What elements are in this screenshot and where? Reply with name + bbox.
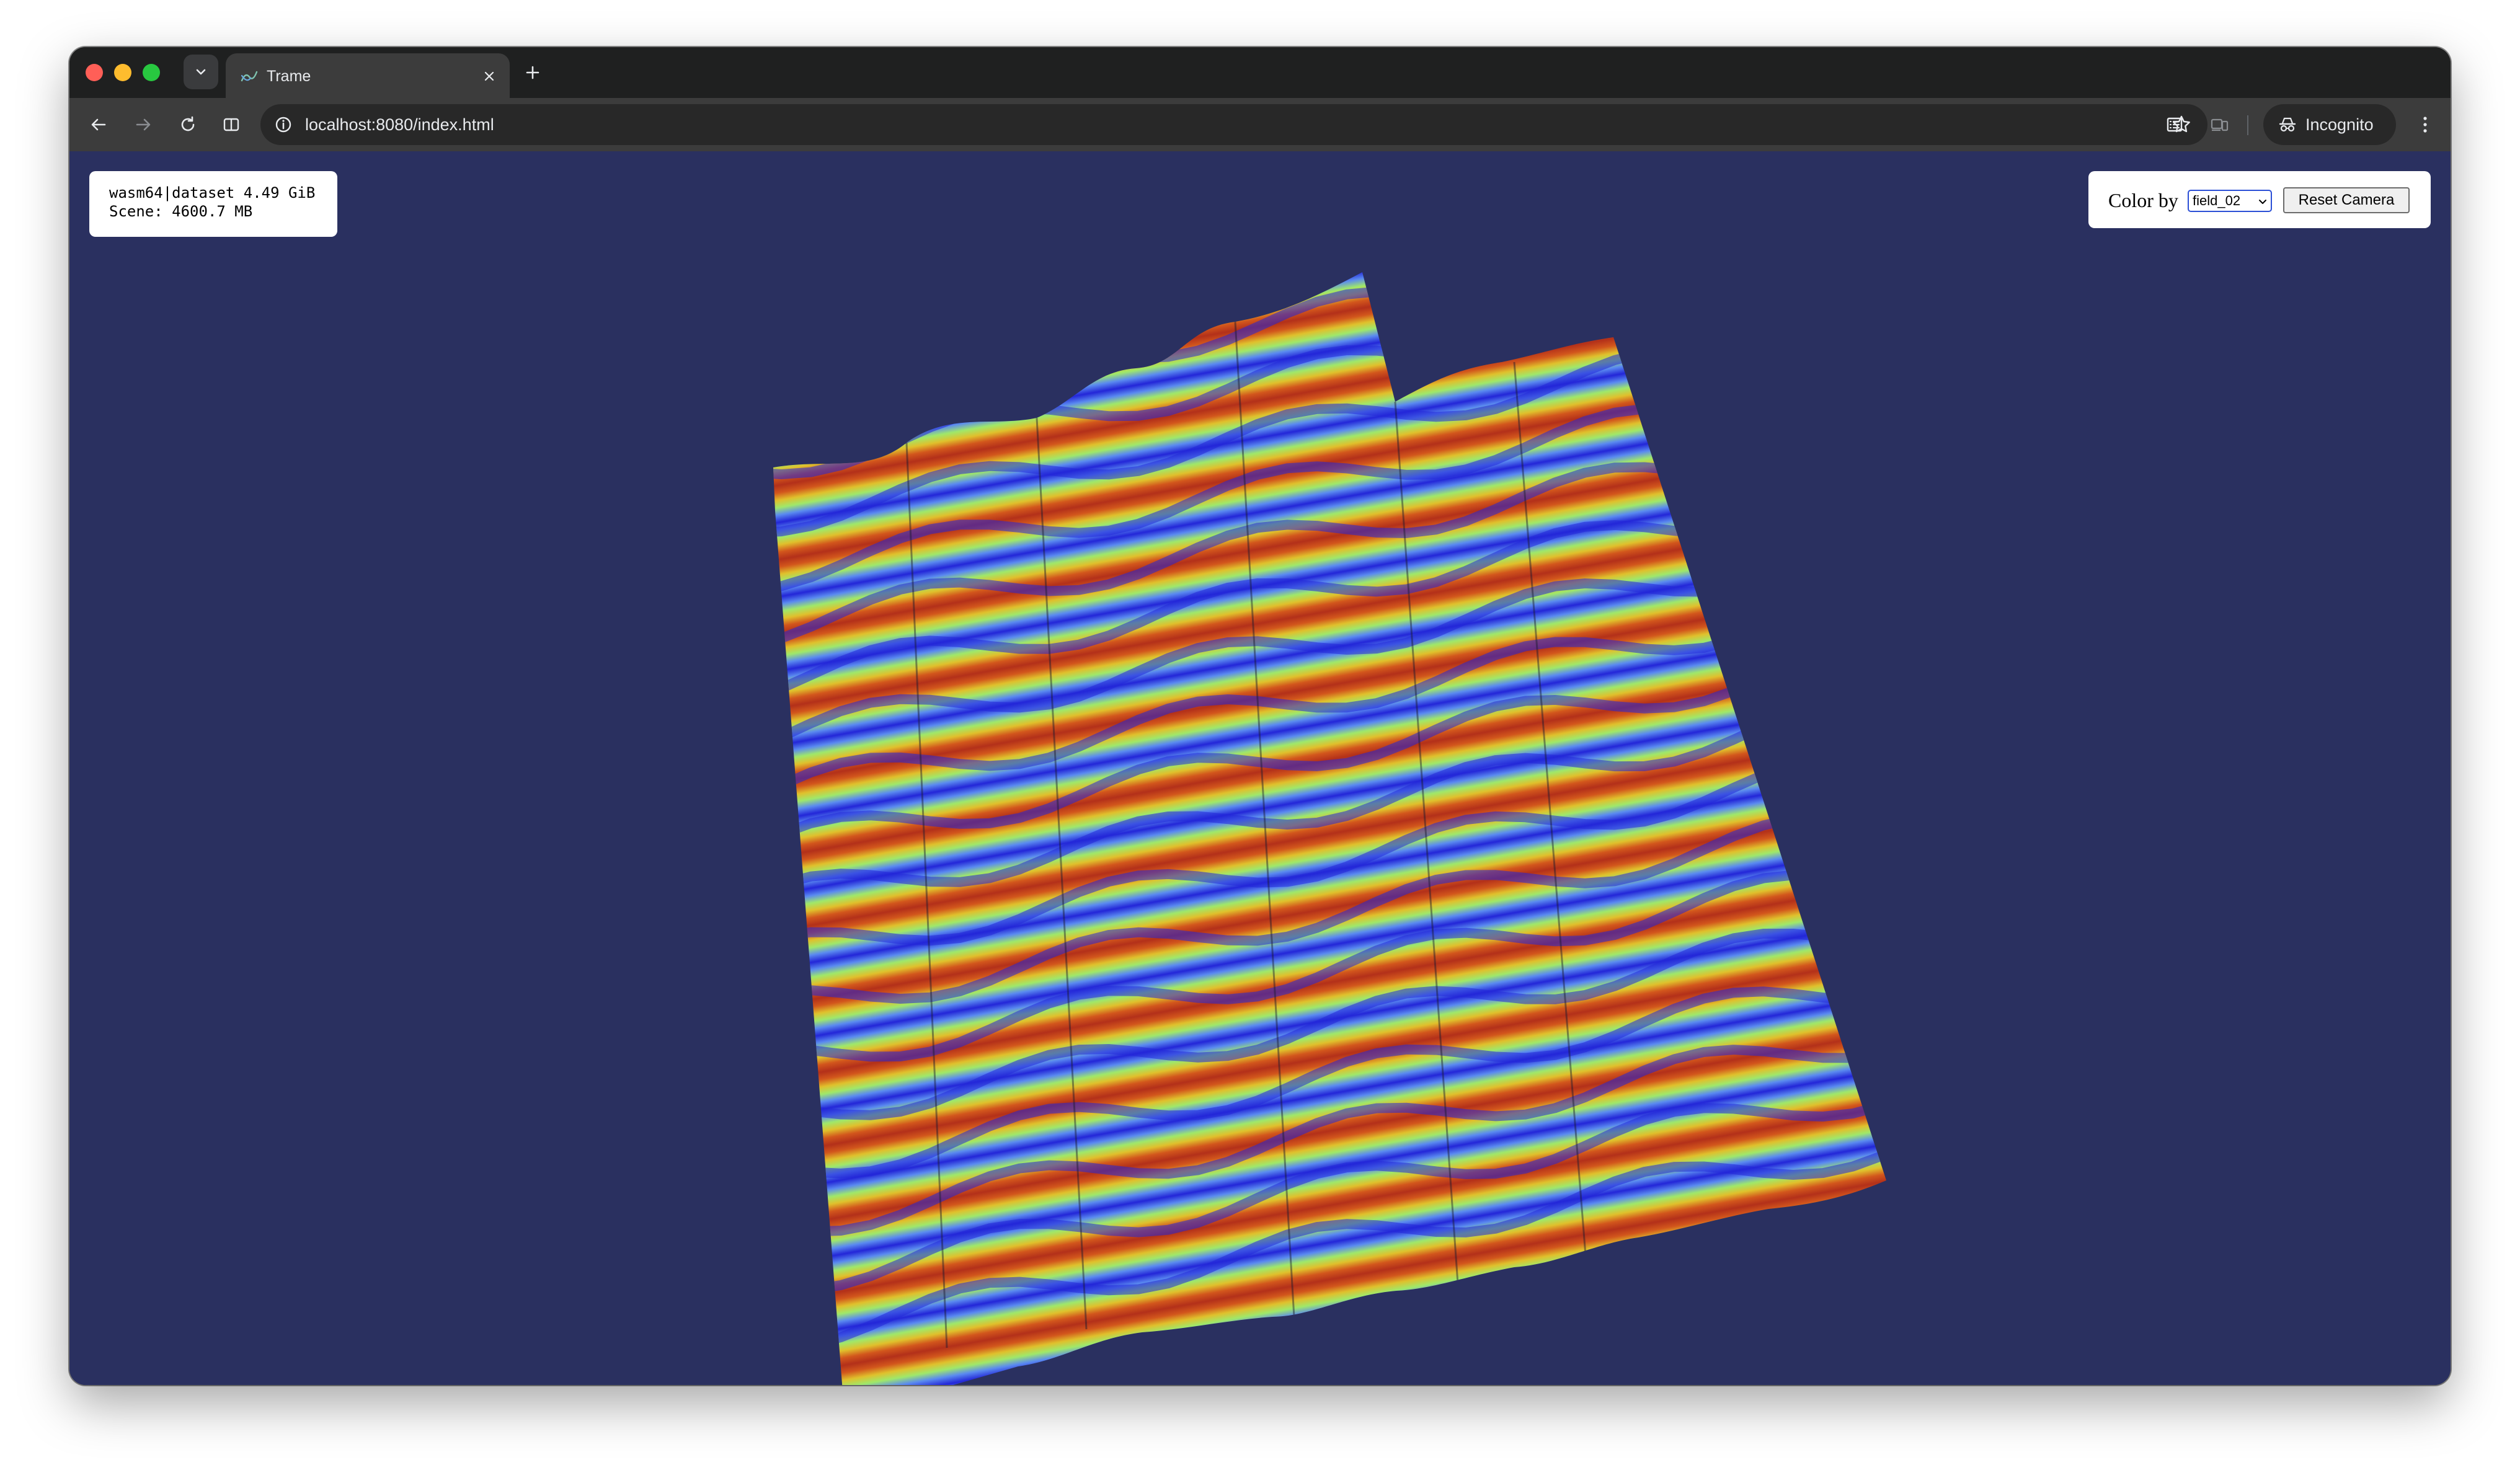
- url-text: localhost:8080/index.html: [305, 115, 494, 134]
- tab-search-button[interactable]: [184, 55, 218, 89]
- new-tab-button[interactable]: [522, 62, 543, 83]
- reset-camera-button[interactable]: Reset Camera: [2283, 187, 2410, 213]
- chevron-down-icon: [2259, 200, 2266, 204]
- incognito-icon: [2279, 117, 2296, 132]
- dataset-size-text: wasm64|dataset 4.49 GiB: [109, 184, 316, 201]
- zoom-window-button[interactable]: [143, 64, 160, 81]
- address-bar[interactable]: localhost:8080/index.html: [260, 104, 2207, 145]
- tab-strip: Trame: [69, 47, 2451, 98]
- forward-button[interactable]: [131, 113, 155, 136]
- kebab-menu-icon[interactable]: [2413, 113, 2437, 136]
- split-view-icon: [223, 118, 239, 131]
- scene-size-text: Scene: 4600.7 MB: [109, 203, 253, 220]
- arrow-left-icon: [91, 118, 106, 131]
- color-by-value: field_02: [2193, 193, 2241, 208]
- color-by-select[interactable]: field_02: [2188, 190, 2272, 212]
- browser-toolbar: localhost:8080/index.html Incognito: [69, 98, 2451, 151]
- reload-icon: [181, 116, 195, 131]
- reading-list-icon: [2167, 117, 2183, 132]
- browser-window: Trame localhost:8080/index.html Incognit…: [69, 47, 2451, 1385]
- tab-close-button[interactable]: [480, 67, 499, 86]
- reload-button[interactable]: [176, 113, 200, 136]
- split-view-button[interactable]: [220, 113, 243, 136]
- incognito-profile-button[interactable]: Incognito: [2263, 104, 2396, 145]
- reading-list-button[interactable]: [2163, 113, 2186, 136]
- plus-icon: [526, 66, 539, 79]
- tab-title: Trame: [267, 68, 311, 85]
- minimize-window-button[interactable]: [114, 64, 131, 81]
- chevron-down-icon: [196, 69, 206, 75]
- render-canvas[interactable]: [69, 151, 2451, 1385]
- toolbar-separator: [2247, 115, 2248, 135]
- striped-surface: [773, 272, 1886, 1385]
- tab-trame[interactable]: Trame: [226, 53, 510, 98]
- devices-button[interactable]: [2207, 113, 2231, 136]
- page-viewport: wasm64|dataset 4.49 GiB Scene: 4600.7 MB…: [69, 151, 2451, 1385]
- close-window-button[interactable]: [86, 64, 103, 81]
- close-icon: [484, 71, 494, 81]
- devices-icon: [2211, 118, 2229, 131]
- controls-panel: Color by field_02 Reset Camera: [2088, 171, 2431, 228]
- info-icon[interactable]: [273, 114, 294, 135]
- trame-favicon-icon: [241, 71, 258, 82]
- color-by-label: Color by: [2108, 189, 2178, 211]
- arrow-right-icon: [136, 118, 151, 131]
- memory-info-panel: wasm64|dataset 4.49 GiB Scene: 4600.7 MB: [89, 171, 337, 237]
- incognito-label: Incognito: [2305, 115, 2374, 134]
- back-button[interactable]: [87, 113, 110, 136]
